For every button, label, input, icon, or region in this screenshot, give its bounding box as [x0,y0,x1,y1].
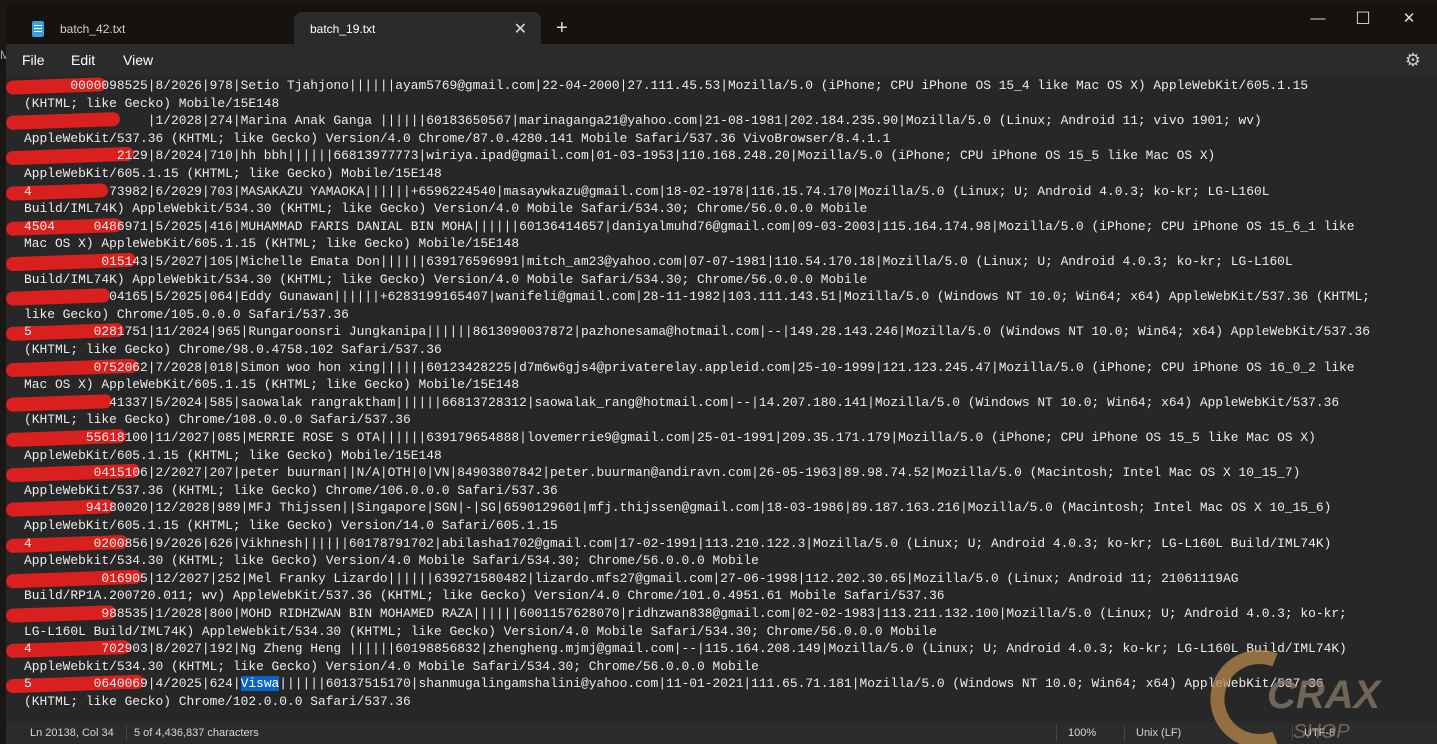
tab-label: batch_42.txt [60,22,126,36]
divider [126,725,127,741]
text-line: 015143|5/2027|105|Michelle Emata Don||||… [24,254,1293,269]
line-ending[interactable]: Unix (LF) [1136,727,1181,739]
text-line: 4504 0486971|5/2025|416|MUHAMMAD FARIS D… [24,218,1355,234]
text-line: 0752062|7/2028|018|Simon woo hon xing|||… [24,359,1355,375]
text-line: 4 0200856|9/2026|626|Vikhnesh||||||60178… [24,535,1332,551]
divider [1124,725,1125,741]
text-line: Mac OS X) AppleWebKit/605.1.15 (KHTML; l… [24,377,520,393]
divider [1056,725,1057,741]
tab-label: batch_19.txt [310,22,376,36]
text-line: 4 73982|6/2029|703|MASAKAZU YAMAOKA|||||… [24,183,1270,199]
text-line: |1/2028|274|Marina Anak Ganga ||||||6018… [24,113,1262,129]
text-line: 2129|8/2024|710|hh bbh||||||66813977773|… [24,148,1216,164]
zoom-level[interactable]: 100% [1068,727,1096,739]
close-window-button[interactable]: ✕ [1389,8,1429,30]
cursor-position: Ln 20138, Col 34 [30,727,114,739]
maximize-button[interactable]: ☐ [1343,8,1383,30]
text-line: Mac OS X) AppleWebKit/605.1.15 (KHTML; l… [24,236,520,252]
text-line: (KHTML; like Gecko) Chrome/102.0.0.0 Saf… [24,694,411,709]
text-line: Build/IML74K) AppleWebkit/534.30 (KHTML;… [24,271,868,287]
text-line: AppleWebKit/537.36 (KHTML; like Gecko) C… [24,482,558,498]
tab-batch-42[interactable]: batch_42.txt [26,12,286,46]
minimize-button[interactable]: — [1298,8,1338,30]
text-line: AppleWebKit/605.1.15 (KHTML; like Gecko)… [24,518,558,533]
text-editor[interactable]: 0000098525|8/2026|978|Setio Tjahjono||||… [6,76,1437,722]
text-line: Build/IML74K) AppleWebkit/534.30 (KHTML;… [24,201,868,217]
menu-bar: File Edit View ⚙ [6,44,1437,76]
text-line: like Gecko) Chrome/105.0.0.0 Safari/537.… [24,306,349,322]
divider [1292,725,1293,741]
character-count: 5 of 4,436,837 characters [134,727,259,739]
text-line: 988535|1/2028|800|MOHD RIDHZWAN BIN MOHA… [24,606,1347,621]
text-line: (KHTML; like Gecko) Chrome/98.0.4758.102… [24,342,442,357]
title-bar: batch_42.txt batch_19.txt ✕ + — ☐ ✕ [6,2,1437,46]
text-segment: ||||||60137515170|shanmugalingamshalini@… [279,676,1324,692]
menu-file[interactable]: File [22,52,45,68]
text-line: 0415106|2/2027|207|peter buurman||N/A|OT… [24,465,1301,481]
text-line: AppleWebKit/605.1.15 (KHTML; like Gecko)… [24,166,442,181]
close-tab-icon[interactable]: ✕ [514,19,527,39]
menu-edit[interactable]: Edit [71,52,95,68]
encoding[interactable]: UTF-8 [1304,727,1335,739]
text-line: 016905|12/2027|252|Mel Franky Lizardo|||… [24,570,1239,586]
text-line: LG-L160L Build/IML74K) AppleWebkit/534.3… [24,623,937,639]
settings-gear-icon[interactable]: ⚙ [1405,50,1421,71]
text-line: 4 702903|8/2027|192|Ng Zheng Heng ||||||… [24,641,1347,657]
text-line: 0000098525|8/2026|978|Setio Tjahjono||||… [24,78,1309,93]
text-line: 04165|5/2025|064|Eddy Gunawan||||||+6283… [24,289,1371,305]
status-bar: Ln 20138, Col 34 5 of 4,436,837 characte… [6,722,1437,744]
selected-text: Viswa [240,676,280,692]
text-line: 41337|5/2024|585|saowalak rangraktham|||… [24,394,1340,410]
text-line: 5 0640069|4/2025|624|Viswa||||||60137515… [24,675,1324,693]
text-line: Build/RP1A.200720.011; wv) AppleWebKit/5… [24,588,945,604]
tab-batch-19[interactable]: batch_19.txt ✕ [294,12,541,46]
menu-view[interactable]: View [123,52,153,68]
text-line: AppleWebKit/605.1.15 (KHTML; like Gecko)… [24,447,442,463]
text-line: (KHTML; like Gecko) Mobile/15E148 [24,95,280,111]
text-line: AppleWebKit/537.36 (KHTML; like Gecko) V… [24,130,891,146]
new-tab-button[interactable]: + [556,18,568,38]
text-line: AppleWebkit/534.30 (KHTML; like Gecko) V… [24,658,759,674]
text-line: 5 0281751|11/2024|965|Rungaroonsri Jungk… [24,324,1371,340]
text-line: 94180020|12/2028|989|MFJ Thijssen||Singa… [24,500,1332,516]
text-segment: 5 0640069|4/2025|624| [24,676,241,692]
notepad-icon [32,21,44,37]
text-line: 55618100|11/2027|085|MERRIE ROSE S OTA||… [24,430,1316,445]
text-line: AppleWebkit/534.30 (KHTML; like Gecko) V… [24,553,759,569]
text-line: (KHTML; like Gecko) Chrome/108.0.0.0 Saf… [24,412,411,428]
